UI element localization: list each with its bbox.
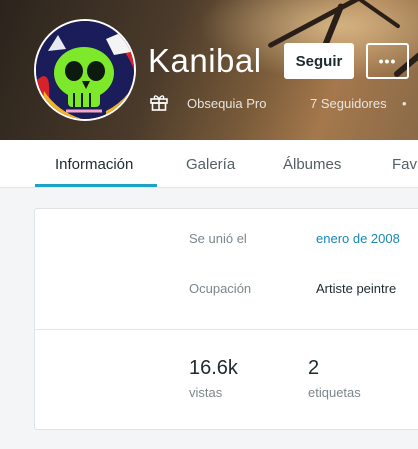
- profile-header: Kanibal Seguir ••• Obsequia Pro 7 Seguid…: [0, 0, 418, 140]
- tab-favoritos[interactable]: Fav: [392, 156, 417, 173]
- followers-count[interactable]: 7 Seguidores: [310, 96, 387, 111]
- joined-label: Se unió el: [189, 231, 247, 246]
- more-options-icon: •••: [378, 53, 397, 69]
- occupation-label: Ocupación: [189, 281, 252, 296]
- skull-avatar-image: [36, 21, 134, 119]
- card-divider: [35, 329, 418, 330]
- tab-galeria[interactable]: Galería: [186, 156, 235, 173]
- views-count: 16.6k: [189, 357, 238, 379]
- membership-badge[interactable]: Obsequia Pro: [187, 96, 267, 111]
- occupation-value: Artiste peintre: [316, 281, 397, 296]
- more-options-button[interactable]: •••: [366, 43, 409, 79]
- views-label: vistas: [189, 385, 223, 400]
- active-tab-indicator: [35, 184, 157, 187]
- avatar[interactable]: [34, 19, 136, 121]
- tags-count: 2: [308, 357, 320, 379]
- profile-tabs: Información Galería Álbumes Fav: [0, 140, 418, 188]
- about-card: Se unió el enero de 2008 Ocupación Artis…: [34, 208, 418, 430]
- tab-informacion[interactable]: Información: [55, 156, 133, 173]
- tags-label: etiquetas: [308, 385, 361, 400]
- tab-albumes[interactable]: Álbumes: [283, 156, 341, 173]
- meta-separator: •: [402, 96, 407, 111]
- profile-username: Kanibal: [148, 42, 262, 79]
- follow-button[interactable]: Seguir: [284, 43, 354, 79]
- gift-icon: [150, 95, 168, 111]
- joined-date-link[interactable]: enero de 2008: [316, 231, 400, 246]
- profile-page: Kanibal Seguir ••• Obsequia Pro 7 Seguid…: [0, 0, 418, 449]
